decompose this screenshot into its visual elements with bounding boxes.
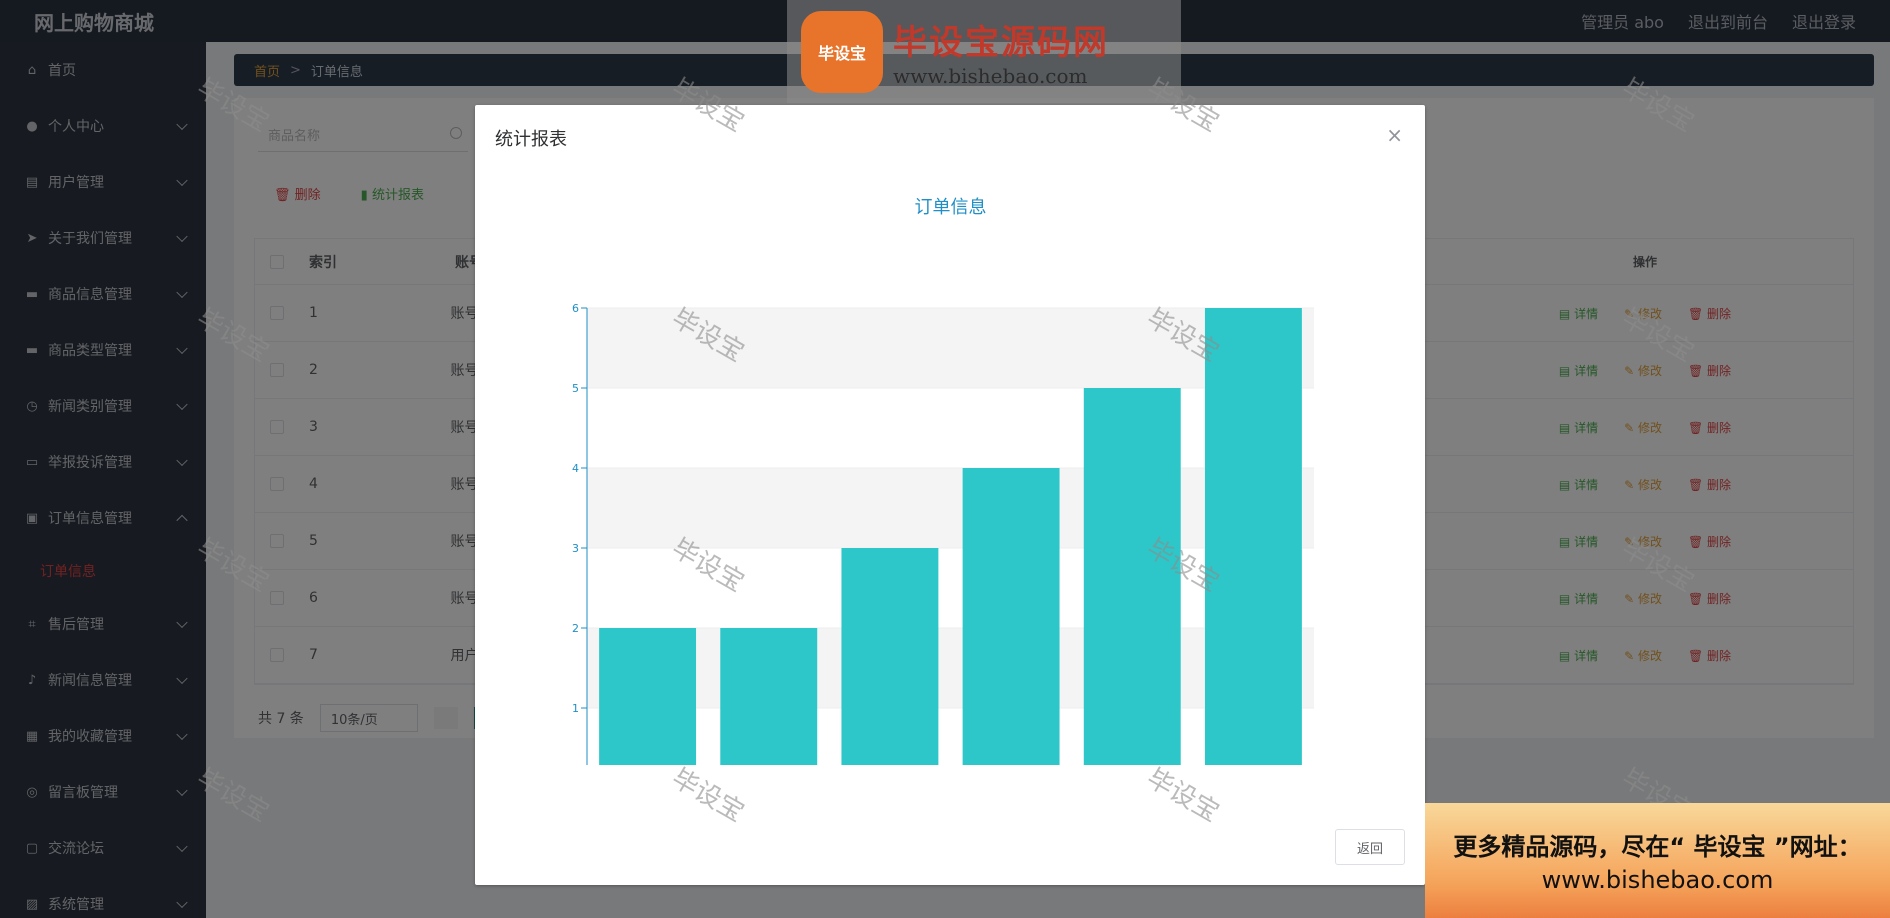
bar (962, 468, 1060, 788)
close-icon[interactable]: × (1386, 123, 1403, 147)
watermark-url: www.bishebao.com (893, 64, 1088, 88)
grid-band (587, 308, 1314, 388)
chart-title: 订单信息 (915, 197, 987, 218)
bar-chart: 订单信息0123456商品名称1商品名称2商品名称3商品名称4商品名称5商品名称… (572, 197, 1315, 808)
y-tick-label: 1 (572, 702, 579, 715)
grid-band (587, 468, 1314, 548)
watermark-badge: 毕设宝 (801, 10, 883, 93)
watermark-name: 毕设宝源码网 (893, 23, 1109, 63)
stats-dialog: 统计报表 × 订单信息0123456商品名称1商品名称2商品名称3商品名称4商品… (475, 105, 1425, 885)
y-tick-label: 3 (572, 542, 579, 555)
watermark-text: 毕设宝源码网 www.bishebao.com (893, 15, 1109, 88)
y-tick-label: 4 (572, 462, 579, 475)
bar (599, 628, 697, 788)
bar (1083, 388, 1181, 788)
chart-container: 订单信息0123456商品名称1商品名称2商品名称3商品名称4商品名称5商品名称… (475, 165, 1425, 808)
watermark-logo: 毕设宝 毕设宝源码网 www.bishebao.com (787, 0, 1181, 103)
promo-line-2: www.bishebao.com (1541, 866, 1774, 894)
y-tick-label: 6 (572, 302, 579, 315)
promo-line-1: 更多精品源码，尽在“ 毕设宝 ”网址： (1453, 833, 1862, 861)
bar (1204, 308, 1302, 788)
y-tick-label: 5 (572, 382, 579, 395)
y-tick-label: 2 (572, 622, 579, 635)
watermark-badge-text: 毕设宝 (817, 43, 866, 63)
back-button[interactable]: 返回 (1335, 829, 1405, 865)
promo-banner: 更多精品源码，尽在“ 毕设宝 ”网址： www.bishebao.com (1425, 803, 1890, 918)
dialog-title: 统计报表 (495, 129, 567, 150)
bar (720, 628, 818, 788)
bar (841, 548, 939, 788)
